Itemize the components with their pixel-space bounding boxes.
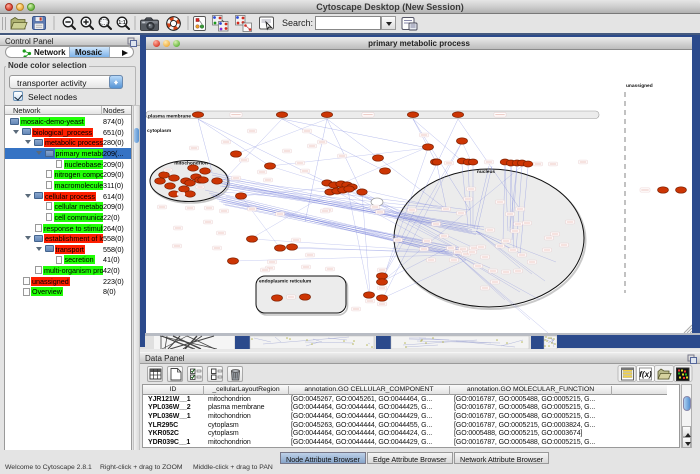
svg-text:cytoplasm: cytoplasm: [147, 128, 172, 134]
svg-text:nucleus: nucleus: [477, 169, 495, 175]
svg-text:f(x): f(x): [639, 370, 652, 379]
svg-text:mitochondrion: mitochondrion: [174, 161, 208, 167]
svg-text:unassigned: unassigned: [626, 83, 653, 89]
svg-text:plasma membrane: plasma membrane: [148, 113, 191, 119]
svg-text:1:1: 1:1: [118, 20, 125, 26]
svg-text:endoplasmic reticulum: endoplasmic reticulum: [259, 279, 311, 285]
svg-text:Search:: Search:: [282, 18, 313, 28]
